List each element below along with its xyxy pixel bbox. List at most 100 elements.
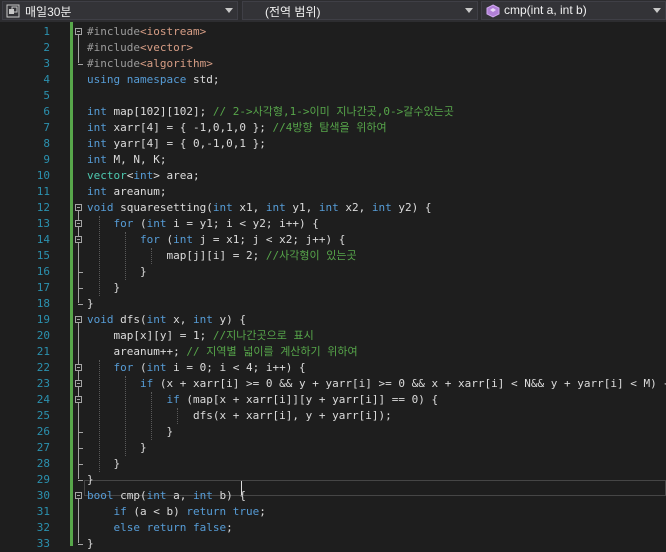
code-line[interactable]: void dfs(int x, int y) { (87, 312, 246, 328)
fold-end (78, 544, 83, 545)
fold-end (78, 272, 83, 273)
scope-name: (전역 범위) (265, 5, 321, 19)
code-line[interactable]: bool cmp(int a, int b) { (87, 488, 246, 504)
code-line[interactable]: if (x + xarr[i] >= 0 && y + yarr[i] >= 0… (87, 376, 666, 392)
code-line[interactable]: using namespace std; (87, 72, 219, 88)
fold-end (78, 288, 83, 289)
code-line[interactable]: } (87, 296, 94, 312)
line-number: 32 (36, 521, 50, 534)
line-number: 14 (36, 233, 50, 246)
code-line[interactable]: dfs(x + xarr[i], y + yarr[i]); (87, 408, 392, 424)
code-line[interactable]: int xarr[4] = { -1,0,1,0 }; //4방향 탐색을 위하… (87, 120, 387, 136)
line-numbers: 1 2 3 4 5 6 7 8 9 10 11 12 13 14 15 16 17 18 19 20 21 22 23 24 2… (18, 22, 60, 550)
line-number: 23 (36, 377, 50, 390)
scope-dropdown[interactable]: (전역 범위) (242, 1, 478, 20)
line-number: 28 (36, 457, 50, 470)
line-number: 24 (36, 393, 50, 406)
indent-guide (125, 232, 126, 280)
fold-line (78, 243, 79, 271)
dropdown-arrow-icon (465, 8, 473, 13)
line-number: 15 (36, 249, 50, 262)
dropdown-arrow-icon (225, 8, 233, 13)
code-line[interactable]: } (87, 440, 147, 456)
line-number: 4 (43, 73, 50, 86)
line-number: 22 (36, 361, 50, 374)
line-number: 16 (36, 265, 50, 278)
code-line[interactable]: if (map[x + xarr[i]][y + yarr[i]] == 0) … (87, 392, 438, 408)
fold-end (78, 464, 83, 465)
code-line[interactable]: } (87, 280, 121, 296)
indent-guide (151, 392, 152, 440)
line-number: 1 (43, 25, 50, 38)
line-number: 33 (36, 537, 50, 550)
line-number: 11 (36, 185, 50, 198)
code-line[interactable]: } (87, 472, 94, 488)
code-line[interactable]: int M, N, K; (87, 152, 167, 168)
fold-toggle-icon[interactable] (75, 364, 82, 371)
fold-end (78, 432, 83, 433)
fold-line (78, 499, 79, 543)
line-number: 2 (43, 41, 50, 54)
fold-toggle-icon[interactable] (75, 28, 82, 35)
line-number: 13 (36, 217, 50, 230)
code-line[interactable]: } (87, 456, 121, 472)
fold-toggle-icon[interactable] (75, 380, 82, 387)
line-number: 5 (43, 89, 50, 102)
code-editor[interactable]: 1 2 3 4 5 6 7 8 9 10 11 12 13 14 15 16 17 18 19 20 21 22 23 24 2… (0, 22, 666, 550)
code-line[interactable]: } (87, 264, 147, 280)
indent-guide (177, 408, 178, 424)
member-dropdown[interactable]: cmp(int a, int b) (481, 1, 666, 20)
code-line[interactable]: #include<algorithm> (87, 56, 213, 72)
code-line[interactable]: #include<iostream> (87, 24, 206, 40)
dropdown-arrow-icon (653, 8, 661, 13)
line-number: 12 (36, 201, 50, 214)
line-number: 30 (36, 489, 50, 502)
line-number: 21 (36, 345, 50, 358)
fold-end (78, 448, 83, 449)
code-line[interactable]: void squaresetting(int x1, int y1, int x… (87, 200, 431, 216)
code-line[interactable]: areanum++; // 지역별 넓이를 계산하기 위하여 (87, 344, 358, 360)
fold-toggle-icon[interactable] (75, 396, 82, 403)
code-line[interactable]: map[j][i] = 2; //사각형이 있는곳 (87, 248, 356, 264)
code-line[interactable]: if (a < b) return true; (87, 504, 266, 520)
line-number: 25 (36, 409, 50, 422)
member-function-icon (486, 4, 500, 18)
code-line[interactable]: else return false; (87, 520, 233, 536)
line-number: 3 (43, 57, 50, 70)
indent-guide (151, 248, 152, 264)
line-number: 10 (36, 169, 50, 182)
line-number: 18 (36, 297, 50, 310)
line-number: 19 (36, 313, 50, 326)
text-caret (241, 481, 242, 495)
code-line[interactable]: } (87, 536, 94, 552)
line-number: 27 (36, 441, 50, 454)
project-name: 매일30분 (25, 5, 72, 19)
fold-toggle-icon[interactable] (75, 492, 82, 499)
project-dropdown[interactable]: 매일30분 (2, 1, 238, 20)
line-number: 29 (36, 473, 50, 486)
code-line[interactable]: int yarr[4] = { 0,-1,0,1 }; (87, 136, 266, 152)
fold-end (78, 304, 83, 305)
line-number: 31 (36, 505, 50, 518)
fold-toggle-icon[interactable] (75, 316, 82, 323)
fold-toggle-icon[interactable] (75, 220, 82, 227)
code-line[interactable]: for (int i = y1; i < y2; i++) { (87, 216, 319, 232)
class-icon (6, 4, 20, 18)
code-line[interactable]: vector<int> area; (87, 168, 200, 184)
line-number: 8 (43, 137, 50, 150)
fold-end (78, 64, 83, 65)
line-number: 6 (43, 105, 50, 118)
member-name: cmp(int a, int b) (504, 3, 587, 17)
line-number: 9 (43, 153, 50, 166)
fold-toggle-icon[interactable] (75, 204, 82, 211)
indent-guide (99, 216, 100, 296)
code-line[interactable]: int map[102][102]; // 2->사각형,1->이미 지나간곳,… (87, 104, 454, 120)
code-line[interactable]: map[x][y] = 1; //지나간곳으로 표시 (87, 328, 314, 344)
fold-line (78, 35, 79, 63)
code-line[interactable]: int areanum; (87, 184, 166, 200)
line-number: 26 (36, 425, 50, 438)
change-tracking-bar (70, 22, 73, 546)
fold-toggle-icon[interactable] (75, 236, 82, 243)
code-line[interactable]: #include<vector> (87, 40, 193, 56)
code-line[interactable]: for (int i = 0; i < 4; i++) { (87, 360, 306, 376)
